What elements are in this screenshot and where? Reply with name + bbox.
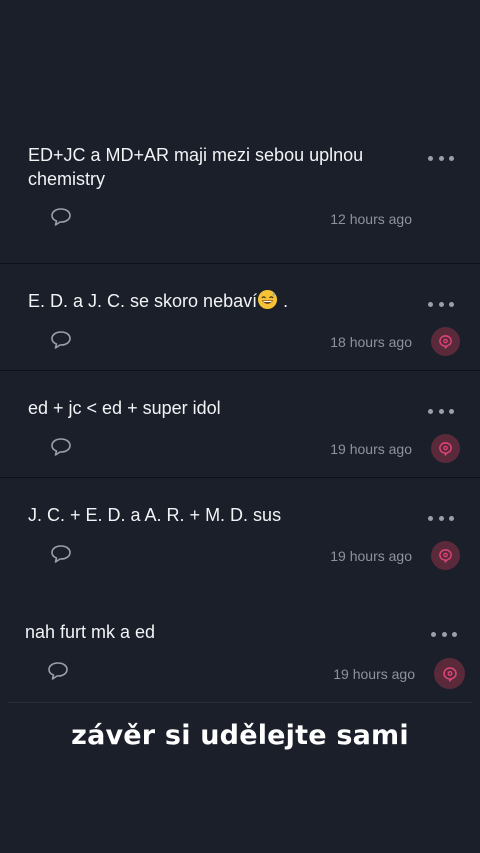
more-dot-icon — [449, 408, 454, 414]
post-timestamp: 12 hours ago — [330, 211, 412, 227]
post-timestamp: 19 hours ago — [330, 548, 412, 564]
reaction-button[interactable] — [431, 541, 460, 570]
more-dot-icon — [428, 301, 433, 307]
grinning-sweat-emoji-icon — [258, 289, 278, 310]
reaction-button[interactable] — [431, 327, 460, 356]
more-dot-icon — [449, 515, 454, 521]
post-timestamp: 18 hours ago — [330, 334, 412, 350]
more-dot-icon — [438, 408, 444, 414]
reaction-icon — [439, 335, 452, 349]
post-card[interactable]: J. C. + E. D. a A. R. + M. D. sus 19 hou… — [0, 478, 480, 584]
post-card[interactable]: E. D. a J. C. se skoro nebaví . 18 hours… — [0, 264, 480, 370]
post-text: ED+JC a MD+AR maji mezi sebou uplnou che… — [28, 145, 364, 189]
more-dot-icon — [428, 155, 433, 161]
more-dot-icon — [438, 301, 444, 307]
post-text: J. C. + E. D. a A. R. + M. D. sus — [28, 505, 282, 525]
more-dot-icon — [428, 408, 433, 414]
post-card[interactable]: ED+JC a MD+AR maji mezi sebou uplnou che… — [0, 0, 480, 263]
post-card[interactable]: ed + jc < ed + super idol 19 hours ago — [0, 371, 480, 477]
post-text: ed + jc < ed + super idol — [28, 398, 221, 418]
post-text-suffix: . — [283, 291, 289, 311]
more-dot-icon — [441, 631, 447, 637]
post-text: E. D. a J. C. se skoro nebaví . — [28, 289, 408, 313]
reaction-icon — [439, 549, 452, 563]
post-text-main: E. D. a J. C. se skoro nebaví — [28, 291, 258, 311]
divider — [8, 702, 472, 703]
comment-icon[interactable] — [50, 330, 72, 350]
comment-icon[interactable] — [50, 437, 72, 457]
more-dot-icon — [431, 631, 436, 637]
more-options-button[interactable] — [428, 407, 454, 415]
more-dot-icon — [428, 515, 433, 521]
more-dot-icon — [449, 155, 454, 161]
more-dot-icon — [449, 301, 454, 307]
more-options-button[interactable] — [428, 514, 454, 522]
comment-icon[interactable] — [47, 661, 69, 681]
reaction-icon — [442, 666, 457, 682]
more-dot-icon — [438, 515, 444, 521]
post-text: nah furt mk a ed — [25, 622, 156, 642]
more-dot-icon — [452, 631, 457, 637]
reaction-icon — [439, 442, 452, 456]
post-timestamp: 19 hours ago — [330, 441, 412, 457]
more-options-button[interactable] — [431, 630, 457, 638]
more-options-button[interactable] — [428, 300, 454, 308]
comment-icon[interactable] — [50, 207, 72, 227]
more-options-button[interactable] — [428, 154, 454, 162]
post-card[interactable]: nah furt mk a ed 19 hours ago — [0, 600, 480, 700]
post-timestamp: 19 hours ago — [333, 666, 415, 682]
reaction-button[interactable] — [434, 658, 465, 689]
more-dot-icon — [438, 155, 444, 161]
reaction-button[interactable] — [431, 434, 460, 463]
comment-icon[interactable] — [50, 544, 72, 564]
story-caption: závěr si udělejte sami — [71, 720, 409, 751]
